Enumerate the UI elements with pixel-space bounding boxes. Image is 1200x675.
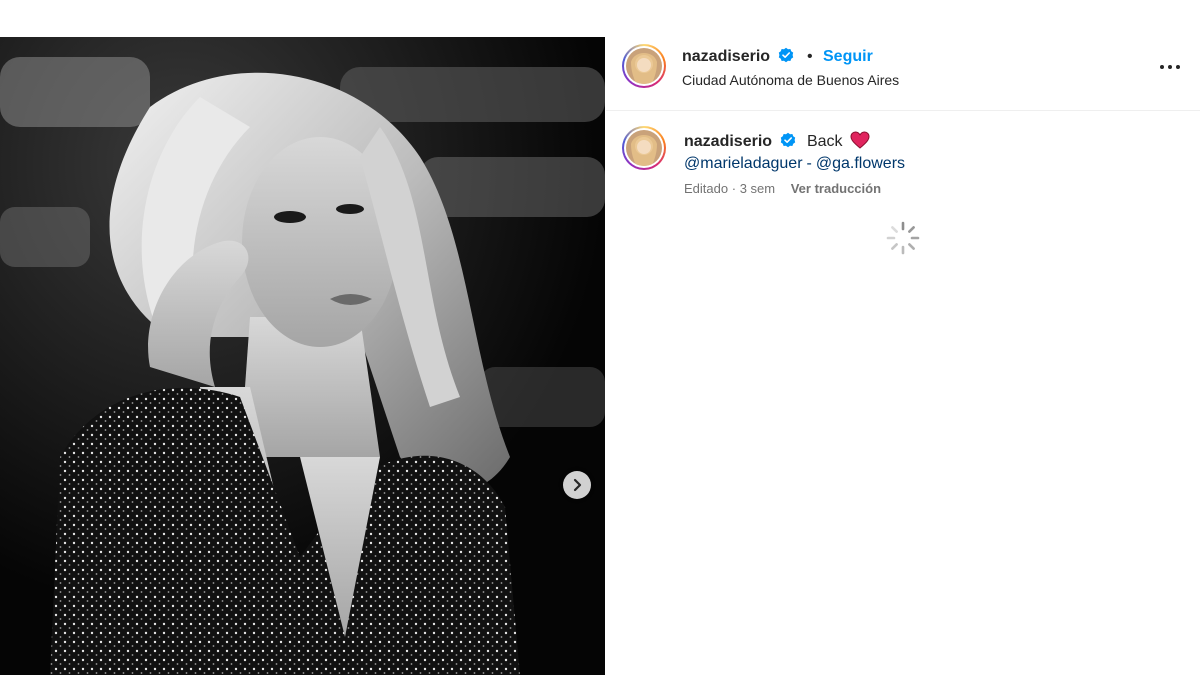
post-side-panel: nazadiserio • Seguir Ciudad Autónoma de … xyxy=(606,37,1200,675)
profile-avatar[interactable] xyxy=(622,44,666,88)
loading-spinner-icon xyxy=(886,221,920,255)
see-translation-button[interactable]: Ver traducción xyxy=(791,181,881,196)
verified-badge-icon xyxy=(779,47,794,63)
mention-link[interactable]: @ga.flowers xyxy=(816,155,905,172)
mention-link[interactable]: @marieladaguer xyxy=(684,155,803,172)
post-header: nazadiserio • Seguir Ciudad Autónoma de … xyxy=(606,37,1200,111)
caption-text: Back xyxy=(806,133,843,150)
red-heart-icon xyxy=(850,131,870,149)
edited-label: Editado xyxy=(684,181,729,196)
follow-button[interactable]: Seguir xyxy=(823,48,873,65)
caption-username[interactable]: nazadiserio xyxy=(684,133,772,150)
photo-image xyxy=(0,37,605,675)
mention-separator: - xyxy=(806,155,812,172)
header-separator: • xyxy=(806,48,813,65)
verified-badge-icon xyxy=(781,132,796,148)
avatar-image xyxy=(626,48,662,84)
avatar-image xyxy=(626,130,662,166)
caption-meta: Editado · 3 sem Ver traducción xyxy=(684,181,881,196)
caption-avatar[interactable] xyxy=(622,126,666,170)
chevron-right-icon xyxy=(573,478,582,492)
post-caption: nazadiserio Back @marieladaguer - @ga.flow… xyxy=(684,131,1164,175)
more-options-icon[interactable] xyxy=(1156,55,1184,79)
carousel-next-button[interactable] xyxy=(563,471,591,499)
post-media-photo[interactable] xyxy=(0,37,605,675)
header-username[interactable]: nazadiserio xyxy=(682,48,770,65)
meta-dot: · xyxy=(731,181,737,196)
top-blank-strip xyxy=(0,0,1200,37)
post-location[interactable]: Ciudad Autónoma de Buenos Aires xyxy=(682,72,899,88)
time-ago[interactable]: 3 sem xyxy=(740,181,775,196)
